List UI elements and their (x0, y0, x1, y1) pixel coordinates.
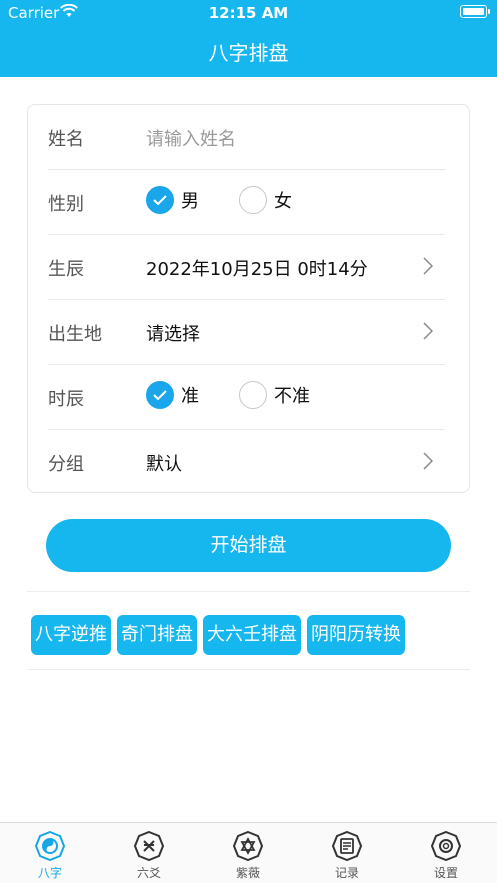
name-input[interactable]: 请输入姓名 (146, 125, 236, 151)
start-chart-button[interactable]: 开始排盘 (46, 519, 451, 572)
group-label: 分组 (48, 454, 84, 475)
gender-label: 性别 (48, 194, 84, 215)
tab-liuyao-label: 六爻 (136, 866, 161, 880)
liuyao-icon (134, 831, 164, 861)
tool-calendar-convert-button[interactable]: 阴阳历转换 (307, 615, 405, 655)
tab-ziwei-label: 紫薇 (235, 866, 260, 880)
divider (27, 669, 470, 670)
bagua-icon (35, 831, 65, 861)
battery-icon (460, 5, 490, 18)
tool-bazi-reverse-button[interactable]: 八字逆推 (31, 615, 111, 655)
checkmark-icon (146, 186, 174, 214)
birth-place-value: 请选择 (146, 324, 200, 345)
star-icon (233, 831, 263, 861)
chevron-right-icon (423, 452, 433, 470)
birth-info-card: 姓名 请输入姓名 性别 男 女 生辰 2022年10月25日 0时14分 出生地… (27, 104, 470, 493)
tab-bar: 八字 六爻 紫薇 记录 设置 (0, 822, 497, 883)
tab-settings-label: 设置 (433, 866, 458, 880)
tab-bazi[interactable]: 八字 (20, 831, 80, 881)
tab-liuyao[interactable]: 六爻 (119, 831, 179, 881)
status-bar: Carrier 12:15 AM (0, 0, 497, 26)
birth-place-label: 出生地 (48, 324, 102, 345)
hour-inaccurate-radio[interactable]: 不准 (239, 381, 310, 409)
name-label: 姓名 (48, 129, 84, 150)
hour-accurate-label: 准 (181, 386, 199, 407)
tool-buttons: 八字逆推 奇门排盘 大六壬排盘 阴阳历转换 (31, 615, 405, 655)
chevron-right-icon (423, 257, 433, 275)
hour-label: 时辰 (48, 389, 84, 410)
divider (27, 591, 470, 592)
chevron-right-icon (423, 322, 433, 340)
group-value: 默认 (146, 454, 182, 475)
birth-place-row[interactable]: 出生地 请选择 (48, 300, 445, 365)
birth-time-value: 2022年10月25日 0时14分 (146, 259, 368, 280)
clock-text: 12:15 AM (208, 4, 289, 22)
tab-ziwei[interactable]: 紫薇 (218, 831, 278, 881)
tab-bazi-label: 八字 (37, 866, 62, 880)
gender-male-label: 男 (181, 191, 199, 212)
gear-icon (431, 831, 461, 861)
record-icon (332, 831, 362, 861)
gender-row: 性别 男 女 (48, 170, 445, 235)
tab-records-label: 记录 (334, 866, 359, 880)
gender-male-radio[interactable]: 男 (146, 186, 199, 214)
tab-records[interactable]: 记录 (317, 831, 377, 881)
hour-accurate-radio[interactable]: 准 (146, 381, 199, 409)
birth-time-row[interactable]: 生辰 2022年10月25日 0时14分 (48, 235, 445, 300)
tool-qimen-button[interactable]: 奇门排盘 (117, 615, 197, 655)
checkmark-icon (146, 381, 174, 409)
name-row: 姓名 请输入姓名 (48, 105, 445, 170)
gender-female-label: 女 (274, 191, 292, 212)
radio-empty-icon (239, 186, 267, 214)
page-title: 八字排盘 (208, 41, 289, 65)
group-row[interactable]: 分组 默认 (48, 430, 445, 495)
hour-inaccurate-label: 不准 (274, 386, 310, 407)
birth-time-label: 生辰 (48, 259, 84, 280)
tool-daliuren-button[interactable]: 大六壬排盘 (203, 615, 301, 655)
hour-accuracy-row: 时辰 准 不准 (48, 365, 445, 430)
nav-header: Carrier 12:15 AM 八字排盘 (0, 0, 497, 77)
radio-empty-icon (239, 381, 267, 409)
gender-female-radio[interactable]: 女 (239, 186, 292, 214)
tab-settings[interactable]: 设置 (416, 831, 476, 881)
